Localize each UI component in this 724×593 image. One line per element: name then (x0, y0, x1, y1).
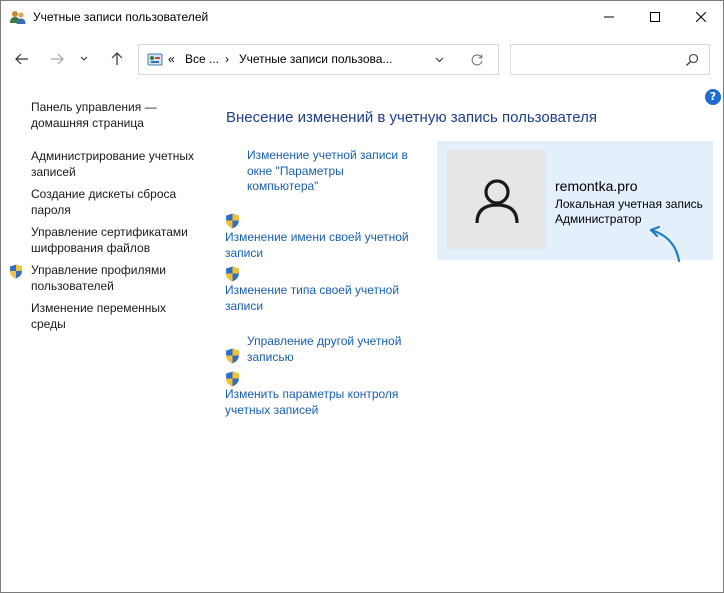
sidebar-item-environment-variables[interactable]: Изменение переменных среды (31, 301, 203, 332)
page-title: Внесение изменений в учетную запись поль… (226, 109, 597, 126)
link-manage-another-account[interactable]: Управление другой учетной записью (247, 334, 417, 365)
user-silhouette-icon (474, 178, 519, 223)
title-bar: Учетные записи пользователей (1, 1, 723, 32)
uac-shield-icon (226, 348, 239, 364)
recent-locations-button[interactable] (76, 49, 92, 69)
user-accounts-window: Учетные записи пользователей « Все ... ›… (0, 0, 724, 593)
link-change-account-in-settings[interactable]: Изменение учетной записи в окне "Парамет… (247, 148, 417, 195)
address-dropdown-button[interactable] (431, 53, 447, 67)
uac-shield-icon (226, 266, 239, 282)
control-panel-icon (147, 53, 163, 66)
minimize-button[interactable] (586, 1, 632, 32)
user-name: remontka.pro (555, 178, 638, 194)
sidebar-item-administer-accounts[interactable]: Администрирование учетных записей (31, 149, 203, 180)
sidebar-item-password-reset-disk[interactable]: Создание дискеты сброса пароля (31, 187, 203, 218)
uac-shield-icon (10, 264, 22, 279)
breadcrumb-all-items[interactable]: Все ... (185, 52, 219, 66)
close-button[interactable] (678, 1, 724, 32)
help-icon[interactable]: ? (705, 89, 721, 105)
refresh-button[interactable] (469, 52, 485, 68)
chevron-down-icon (80, 56, 88, 61)
sidebar-item-user-profiles[interactable]: Управление профилями пользователей (31, 263, 203, 294)
refresh-icon (471, 54, 483, 66)
link-change-account-type[interactable]: Изменение типа своей учетной записи (225, 283, 415, 314)
uac-shield-icon (226, 213, 239, 229)
breadcrumb-user-accounts[interactable]: Учетные записи пользова... (239, 52, 392, 66)
sidebar-item-control-panel-home[interactable]: Панель управления — домашняя страница (31, 100, 203, 131)
link-uac-settings[interactable]: Изменить параметры контроля учетных запи… (225, 387, 415, 418)
minimize-icon (604, 16, 614, 17)
back-button[interactable] (12, 49, 32, 69)
address-overflow-chevron[interactable]: « (168, 52, 175, 66)
breadcrumb-separator[interactable]: › (225, 52, 229, 66)
annotation-arrow-icon (649, 225, 681, 263)
avatar (447, 150, 546, 249)
arrow-up-icon (111, 52, 123, 65)
uac-shield-icon (226, 371, 239, 387)
forward-button[interactable] (47, 49, 67, 69)
search-input[interactable] (510, 44, 710, 75)
window-title: Учетные записи пользователей (33, 10, 209, 24)
chevron-down-icon (435, 57, 443, 63)
search-icon (686, 53, 699, 66)
arrow-right-icon (51, 53, 64, 65)
account-role: Администратор (555, 212, 642, 226)
arrow-left-icon (15, 53, 28, 65)
maximize-icon (650, 11, 660, 22)
account-type: Локальная учетная запись (555, 197, 703, 211)
maximize-button[interactable] (632, 1, 678, 32)
up-button[interactable] (107, 49, 127, 69)
link-change-account-name[interactable]: Изменение имени своей учетной записи (225, 230, 425, 261)
sidebar-item-encryption-certificates[interactable]: Управление сертификатами шифрования файл… (31, 225, 203, 256)
navigation-bar: « Все ... › Учетные записи пользова... (1, 39, 723, 79)
address-bar[interactable]: « Все ... › Учетные записи пользова... (138, 44, 499, 75)
close-icon (696, 11, 706, 22)
user-accounts-app-icon (10, 11, 26, 24)
